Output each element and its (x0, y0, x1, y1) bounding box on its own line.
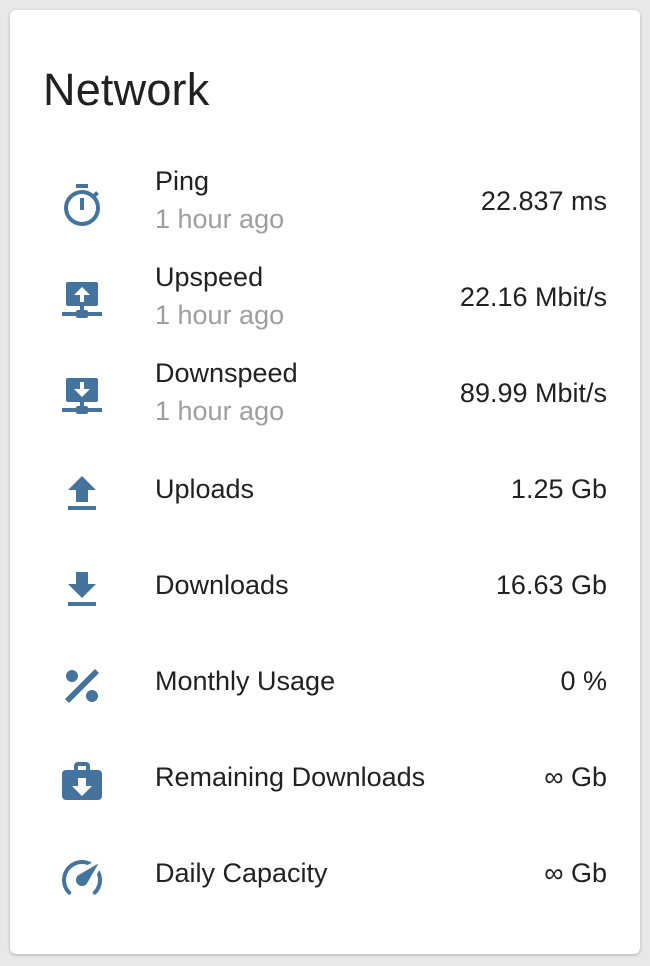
card-title: Network (43, 64, 210, 115)
last-updated: 1 hour ago (155, 204, 285, 234)
entity-row-downloads[interactable]: Downloads 16.63 Gb (10, 548, 640, 644)
entity-value: 22.837 ms (480, 186, 607, 216)
entity-row-downspeed[interactable]: Downspeed 1 hour ago 89.99 Mbit/s (10, 356, 640, 452)
download-network-icon (58, 374, 106, 422)
download-icon (58, 566, 106, 614)
timer-icon (58, 182, 106, 230)
entity-row-remaining-downloads[interactable]: Remaining Downloads ∞ Gb (10, 740, 640, 836)
entity-value: 1.25 Gb (510, 474, 607, 504)
entity-value: ∞ Gb (544, 858, 607, 888)
last-updated: 1 hour ago (155, 396, 285, 426)
entity-value: ∞ Gb (544, 762, 607, 792)
percent-icon (58, 662, 106, 710)
entity-name: Daily Capacity (155, 858, 328, 888)
entity-name: Upspeed (155, 262, 264, 292)
entity-name: Downloads (155, 570, 289, 600)
speedometer-icon (58, 854, 106, 902)
last-updated: 1 hour ago (155, 300, 285, 330)
entity-name: Remaining Downloads (155, 762, 426, 792)
entity-name: Downspeed (155, 358, 298, 388)
entity-value: 16.63 Gb (495, 570, 607, 600)
entity-row-uploads[interactable]: Uploads 1.25 Gb (10, 452, 640, 548)
entity-value: 89.99 Mbit/s (459, 378, 607, 408)
entity-value: 0 % (560, 666, 607, 696)
entity-row-upspeed[interactable]: Upspeed 1 hour ago 22.16 Mbit/s (10, 260, 640, 356)
entity-name: Uploads (155, 474, 255, 504)
entity-row-monthly-usage[interactable]: Monthly Usage 0 % (10, 644, 640, 740)
upload-icon (58, 470, 106, 518)
upload-network-icon (58, 278, 106, 326)
entity-row-daily-capacity[interactable]: Daily Capacity ∞ Gb (10, 836, 640, 932)
entity-row-ping[interactable]: Ping 1 hour ago 22.837 ms (10, 164, 640, 260)
entity-name: Ping (155, 166, 210, 196)
entity-list: Ping 1 hour ago 22.837 ms Upspeed 1 hour… (10, 164, 640, 932)
entity-value: 22.16 Mbit/s (459, 282, 607, 312)
network-card: Network Ping 1 hour ago 22.837 ms Upspee… (10, 10, 640, 954)
briefcase-download-icon (58, 758, 106, 806)
entity-name: Monthly Usage (155, 666, 336, 696)
